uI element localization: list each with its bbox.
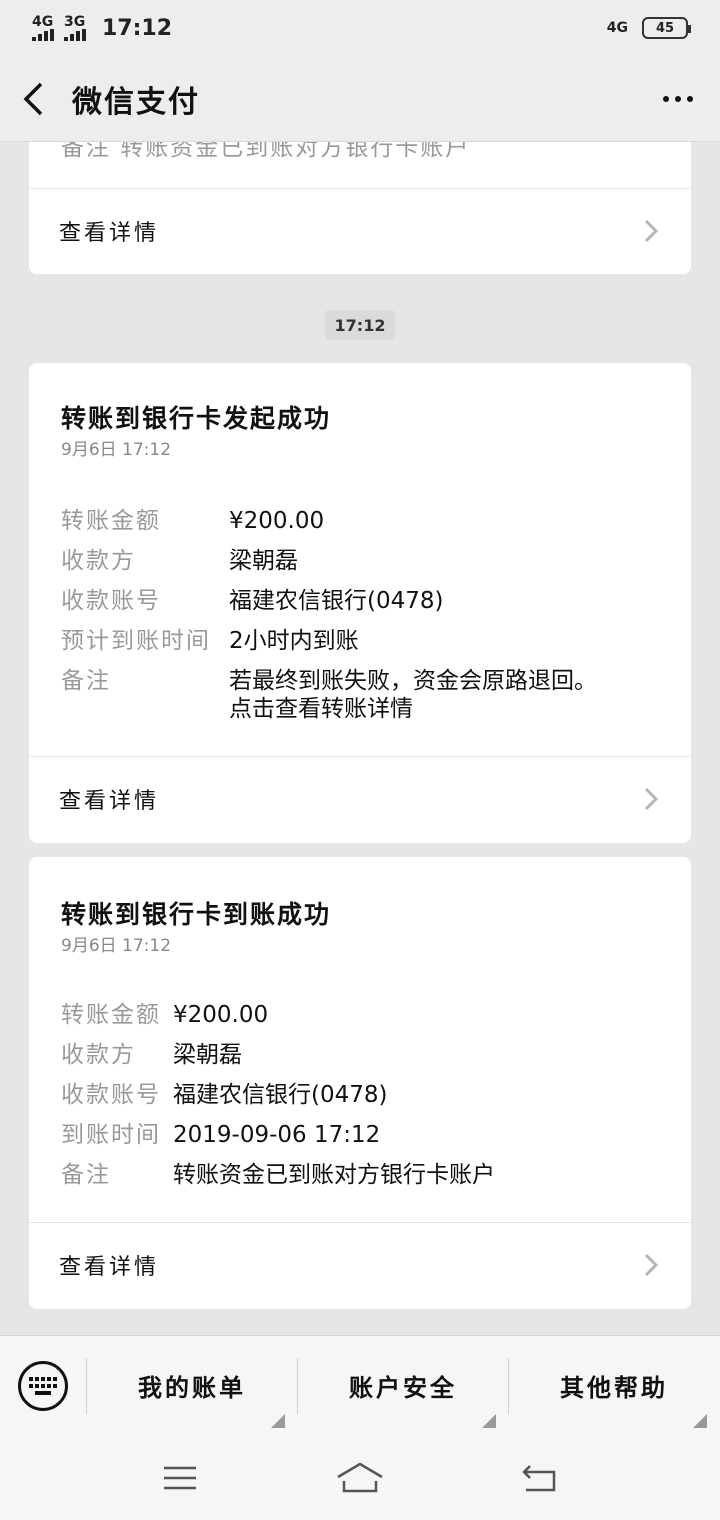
- card-title: 转账到银行卡到账成功: [61, 900, 332, 929]
- message-card-transfer-received: 转账到银行卡到账成功 9月6日 17:12 转账金额 ¥200.00 收款方 梁…: [29, 857, 691, 1309]
- menu-label: 其他帮助: [560, 1374, 668, 1402]
- row-value-link[interactable]: 点击查看转账详情: [229, 689, 597, 729]
- row-key: 转账金额: [61, 1002, 161, 1028]
- row-account: 收款账号 福建农信银行(0478): [61, 581, 659, 621]
- home-icon[interactable]: [335, 1458, 385, 1498]
- row-value: 2019-09-06 17:12: [173, 1122, 381, 1148]
- menu-other-help[interactable]: 其他帮助: [508, 1357, 719, 1428]
- row-account: 收款账号 福建农信银行(0478): [61, 1075, 659, 1115]
- chevron-right-icon: [643, 216, 663, 246]
- submenu-indicator-icon: [271, 1413, 285, 1428]
- submenu-indicator-icon: [693, 1413, 707, 1428]
- signal-bars-icon: [64, 29, 86, 41]
- row-payee: 收款方 梁朝磊: [61, 541, 659, 581]
- page-title: 微信支付: [72, 84, 200, 120]
- signal-sim1: 4G: [32, 15, 54, 41]
- card-title: 转账到银行卡发起成功: [61, 404, 332, 433]
- row-eta: 预计到账时间 2小时内到账: [61, 621, 659, 661]
- row-remark-values: 若最终到账失败，资金会原路退回。 点击查看转账详情: [229, 661, 597, 729]
- keyboard-toggle-button[interactable]: [0, 1336, 86, 1436]
- timestamp-badge: 17:12: [325, 310, 395, 340]
- menu-account-security[interactable]: 账户安全: [297, 1357, 508, 1428]
- row-payee: 收款方 梁朝磊: [61, 1035, 659, 1075]
- back-arrow-icon[interactable]: [22, 79, 52, 119]
- view-details-label: 查看详情: [59, 1255, 160, 1280]
- signal-sim2: 3G: [64, 15, 86, 41]
- row-key: 到账时间: [61, 1122, 161, 1148]
- menu-icon[interactable]: [155, 1458, 205, 1498]
- title-bar: 微信支付: [0, 56, 720, 142]
- back-icon[interactable]: [515, 1458, 565, 1498]
- row-key: 备注: [61, 668, 111, 694]
- row-key: 转账金额: [61, 508, 161, 534]
- row-key: 收款方: [61, 1042, 136, 1068]
- row-value: 梁朝磊: [173, 1042, 242, 1068]
- bottom-menu: 我的账单 账户安全 其他帮助: [0, 1335, 720, 1435]
- view-details-row[interactable]: 查看详情: [29, 1222, 691, 1308]
- menu-label: 账户安全: [349, 1374, 457, 1402]
- row-remark: 备注 若最终到账失败，资金会原路退回。 点击查看转账详情: [61, 661, 659, 729]
- status-right: 4G 45: [606, 17, 691, 39]
- row-value: 福建农信银行(0478): [229, 588, 444, 614]
- row-key: 收款方: [61, 548, 136, 574]
- row-value: ¥200.00: [229, 508, 325, 534]
- row-key: 预计到账时间: [61, 628, 211, 654]
- view-details-row[interactable]: 查看详情: [29, 188, 691, 274]
- signal-bars-icon: [32, 29, 54, 41]
- view-details-label: 查看详情: [59, 221, 160, 246]
- row-arrival-time: 到账时间 2019-09-06 17:12: [61, 1115, 659, 1155]
- sim2-label: 3G: [64, 14, 86, 30]
- network-type: 4G: [606, 20, 628, 36]
- card-date: 9月6日 17:12: [61, 440, 172, 460]
- view-details-row[interactable]: 查看详情: [29, 756, 691, 842]
- row-remark: 备注 转账资金已到账对方银行卡账户: [61, 1155, 659, 1195]
- menu-my-bills[interactable]: 我的账单: [86, 1357, 297, 1428]
- system-nav-bar: [0, 1435, 720, 1520]
- row-key: 收款账号: [61, 1082, 161, 1108]
- chevron-right-icon: [643, 1250, 663, 1280]
- row-amount: 转账金额 ¥200.00: [61, 501, 659, 541]
- row-key: 备注: [61, 1162, 111, 1188]
- row-amount: 转账金额 ¥200.00: [61, 995, 659, 1035]
- partial-remark-text: 备注 转账资金已到账对方银行卡账户: [61, 142, 471, 161]
- row-value: 福建农信银行(0478): [173, 1082, 388, 1108]
- status-time: 17:12: [102, 15, 173, 41]
- battery-level: 45: [655, 20, 675, 36]
- message-card-transfer-initiated: 转账到银行卡发起成功 9月6日 17:12 转账金额 ¥200.00 收款方 梁…: [29, 363, 691, 843]
- menu-label: 我的账单: [138, 1374, 246, 1402]
- submenu-indicator-icon: [482, 1413, 496, 1428]
- keyboard-icon: [18, 1360, 68, 1411]
- chevron-right-icon: [643, 784, 663, 814]
- message-card-partial: 备注 转账资金已到账对方银行卡账户 查看详情: [29, 142, 691, 274]
- battery-icon: 45: [642, 17, 691, 39]
- message-list[interactable]: 备注 转账资金已到账对方银行卡账户 查看详情 17:12 转账到银行卡发起成功 …: [0, 142, 720, 1335]
- view-details-label: 查看详情: [59, 789, 160, 814]
- status-bar: 4G 3G 17:12 4G 45: [0, 0, 720, 56]
- sim1-label: 4G: [32, 14, 54, 30]
- row-value: ¥200.00: [173, 1002, 269, 1028]
- row-value: 2小时内到账: [229, 628, 359, 654]
- row-key: 收款账号: [61, 588, 161, 614]
- row-value: 梁朝磊: [229, 548, 298, 574]
- card-date: 9月6日 17:12: [61, 936, 172, 956]
- row-value: 转账资金已到账对方银行卡账户: [173, 1162, 495, 1188]
- more-icon[interactable]: [658, 79, 698, 119]
